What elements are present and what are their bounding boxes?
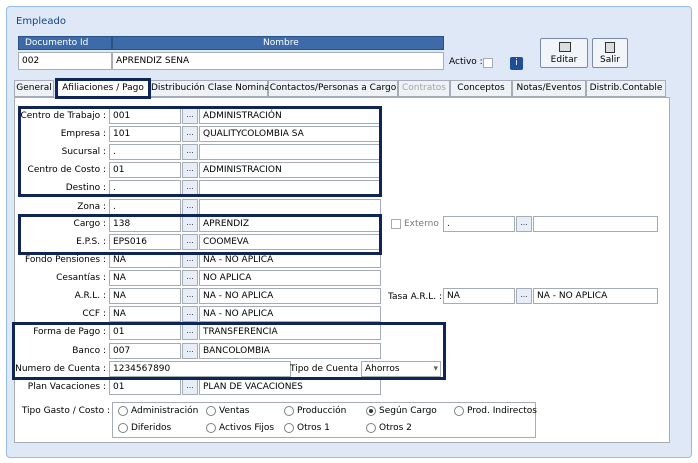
tipo-gasto-radio-7[interactable]	[284, 423, 294, 433]
externo-desc-field	[533, 216, 658, 232]
exit-button[interactable]: Salir	[592, 38, 628, 68]
plan-vacaciones-browse-button[interactable]: ...	[182, 379, 198, 395]
tipo-gasto-radio-1[interactable]	[206, 406, 216, 416]
ccf-desc-field: NA - NO APLICA	[199, 306, 381, 322]
plan-vacaciones-desc-field: PLAN DE VACACIONES	[199, 379, 381, 395]
exit-icon	[605, 42, 615, 53]
tab-distrib-contable[interactable]: Distrib.Contable	[586, 80, 666, 97]
edit-icon	[559, 42, 571, 52]
highlight-box-org	[18, 106, 382, 197]
info-icon[interactable]: i	[510, 57, 523, 70]
externo-browse-button[interactable]: ...	[516, 216, 532, 232]
tasa-arl-code-field[interactable]: NA	[443, 288, 515, 304]
tipo-gasto-option-label: Administración	[131, 406, 199, 416]
ccf-label: CCF :	[82, 309, 106, 319]
name-header: Nombre	[112, 36, 444, 50]
tipo-gasto-radio-4[interactable]	[454, 406, 464, 416]
tipo-gasto-label: Tipo Gasto / Costo :	[21, 406, 110, 416]
zona-code-field[interactable]: .	[109, 199, 181, 215]
tipo-gasto-radio-8[interactable]	[366, 423, 376, 433]
doc-id-field[interactable]: 002	[18, 52, 112, 70]
tipo-gasto-option-label: Activos Fijos	[219, 423, 275, 433]
tab-conceptos[interactable]: Conceptos	[450, 80, 512, 97]
arl-label: A.R.L. :	[74, 291, 106, 301]
tab-distribucion-clase-nomina[interactable]: Distribución Clase Nomina	[150, 80, 270, 97]
plan-vacaciones-label: Plan Vacaciones :	[27, 382, 106, 392]
tasa-arl-label: Tasa A.R.L. :	[387, 292, 442, 302]
tipo-gasto-radio-6[interactable]	[206, 423, 216, 433]
edit-button-label: Editar	[550, 55, 578, 65]
tab-contactos[interactable]: Contactos/Personas a Cargo	[268, 80, 398, 97]
plan-vacaciones-code-field[interactable]: 01	[109, 379, 181, 395]
ccf-code-field[interactable]: NA	[109, 306, 181, 322]
externo-code-field[interactable]: .	[443, 216, 515, 232]
tab-contratos: Contratos	[398, 80, 450, 97]
tipo-gasto-option-label: Diferidos	[131, 423, 172, 433]
tipo-gasto-option-label: Otros 2	[379, 423, 412, 433]
highlight-box-payment	[12, 322, 446, 380]
tipo-gasto-radio-0[interactable]	[118, 406, 128, 416]
edit-button[interactable]: Editar	[540, 38, 588, 68]
tipo-gasto-radio-5[interactable]	[118, 423, 128, 433]
exit-button-label: Salir	[600, 55, 620, 65]
externo-label: Externo	[404, 219, 439, 229]
ccf-browse-button[interactable]: ...	[182, 306, 198, 322]
arl-browse-button[interactable]: ...	[182, 288, 198, 304]
activo-label: Activo :	[449, 57, 483, 67]
tasa-arl-browse-button[interactable]: ...	[516, 288, 532, 304]
arl-code-field[interactable]: NA	[109, 288, 181, 304]
name-field[interactable]: APRENDIZ SENA	[112, 52, 444, 70]
zona-browse-button[interactable]: ...	[182, 199, 198, 215]
highlight-box-cargo-eps	[18, 214, 382, 255]
tipo-gasto-option-label: Prod. Indirectos	[467, 406, 537, 416]
tipo-gasto-option-label: Producción	[297, 406, 347, 416]
cesantias-label: Cesantías :	[56, 273, 106, 283]
cesantias-code-field[interactable]: NA	[109, 270, 181, 286]
zona-desc-field	[199, 199, 381, 215]
tipo-gasto-option-label: Según Cargo	[379, 406, 437, 416]
tipo-gasto-option-label: Otros 1	[297, 423, 330, 433]
tipo-gasto-option-label: Ventas	[219, 406, 250, 416]
doc-id-header: Documento Id	[18, 36, 112, 50]
zona-label: Zona :	[77, 202, 106, 212]
activo-checkbox[interactable]	[483, 58, 493, 68]
arl-desc-field: NA - NO APLICA	[199, 288, 381, 304]
window-title: Empleado	[16, 16, 66, 27]
highlight-box-tab	[55, 78, 151, 99]
cesantias-browse-button[interactable]: ...	[182, 270, 198, 286]
cesantias-desc-field: NO APLICA	[199, 270, 381, 286]
tasa-arl-desc-field: NA - NO APLICA	[533, 288, 658, 304]
externo-checkbox[interactable]	[391, 219, 401, 229]
tipo-gasto-radio-2[interactable]	[284, 406, 294, 416]
tipo-gasto-radio-3[interactable]	[366, 406, 376, 416]
tab-general[interactable]: General	[14, 80, 54, 97]
tab-notas-eventos[interactable]: Notas/Eventos	[512, 80, 586, 97]
